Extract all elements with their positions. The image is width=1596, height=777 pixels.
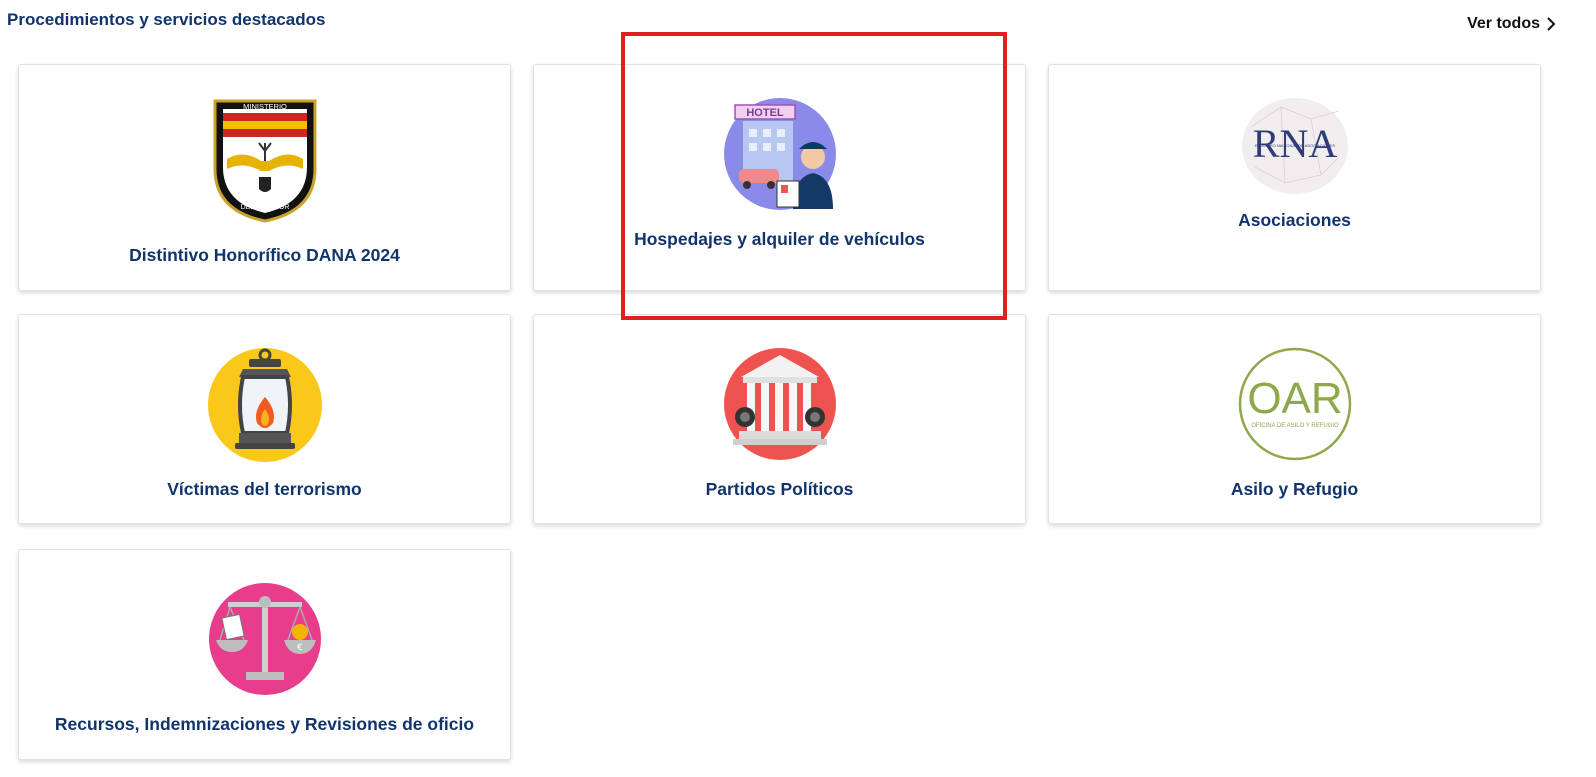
card-label: Hospedajes y alquiler de vehículos [634, 229, 925, 249]
oar-logo-icon: OAR OFICINA DE ASILO Y REFUGIO [1238, 347, 1352, 461]
card-hospedajes[interactable]: HOTEL Hospedajes y alquiler de vehículos [533, 64, 1026, 291]
card-asociaciones[interactable]: RNA REGISTRO NACIONAL DE ASOCIACIONES As… [1048, 64, 1541, 291]
see-all-label: Ver todos [1467, 15, 1540, 32]
scales-icon: € [208, 582, 322, 696]
card-asilo-refugio[interactable]: OAR OFICINA DE ASILO Y REFUGIO Asilo y R… [1048, 314, 1541, 524]
card-label: Partidos Políticos [705, 479, 854, 499]
hotel-sign-text: HOTEL [746, 107, 784, 119]
ministerio-interior-badge-icon: MINISTERIO DEL INTERIOR [213, 99, 317, 223]
card-victimas-terrorismo[interactable]: Víctimas del terrorismo [18, 314, 511, 524]
oar-logo-text: OAR [1247, 374, 1342, 423]
section-title: Procedimientos y servicios destacados [7, 10, 326, 29]
card-label: Asilo y Refugio [1230, 479, 1359, 499]
oar-logo-subtext: OFICINA DE ASILO Y REFUGIO [1251, 423, 1339, 429]
lantern-icon [207, 347, 323, 463]
card-partidos-politicos[interactable]: Partidos Políticos [533, 314, 1026, 524]
card-distintivo-dana[interactable]: MINISTERIO DEL INTERIOR Distintivo Honor… [18, 64, 511, 291]
rna-logo-subtext: REGISTRO NACIONAL DE ASOCIACIONES [1254, 143, 1335, 148]
parliament-building-icon [723, 347, 837, 461]
card-label: Distintivo Honorífico DANA 2024 [129, 245, 400, 265]
card-label: Asociaciones [1238, 210, 1351, 230]
card-label: Recursos, Indemnizaciones y Revisiones d… [54, 714, 475, 734]
card-label: Víctimas del terrorismo [167, 479, 362, 499]
card-recursos-indemnizaciones[interactable]: € Recursos, Indemnizaciones y Revisiones… [18, 549, 511, 760]
chevron-right-icon [1547, 17, 1556, 31]
hotel-vehicle-icon: HOTEL [723, 97, 837, 211]
svg-text:€: € [297, 643, 303, 653]
see-all-link[interactable]: Ver todos [1467, 15, 1556, 33]
rna-logo-icon: RNA REGISTRO NACIONAL DE ASOCIACIONES [1241, 97, 1349, 195]
badge-bottom-text: DEL INTERIOR [240, 204, 289, 211]
badge-top-text: MINISTERIO [243, 102, 287, 111]
